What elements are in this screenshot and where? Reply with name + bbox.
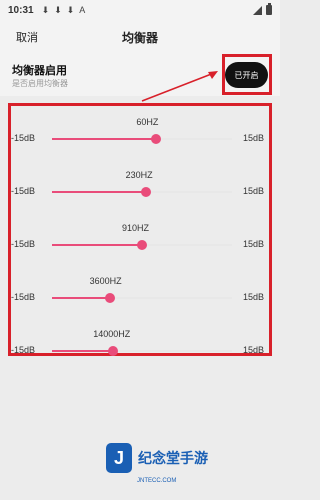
watermark-logo: J 纪念堂手游	[106, 438, 208, 478]
equalizer-toggle-button[interactable]: 已开启	[225, 62, 268, 88]
band-slider[interactable]	[52, 134, 232, 144]
band-min-label: -15dB	[11, 345, 36, 355]
band-slider-thumb[interactable]	[108, 346, 119, 356]
band-slider[interactable]	[52, 240, 232, 250]
notification-icon: A	[79, 5, 86, 15]
status-bar: 10:31 ⬇ ⬇ ⬇ A	[0, 0, 280, 20]
band-slider-thumb[interactable]	[137, 240, 147, 250]
band-max-label: 15dB	[243, 186, 265, 196]
status-time: 10:31	[8, 4, 34, 16]
eq-band: 230HZ -15dB 15dB	[0, 170, 280, 210]
toggle-title: 均衡器启用	[12, 65, 67, 77]
eq-band: 14000HZ -15dB 15dB	[0, 329, 280, 369]
band-slider-fill	[52, 191, 146, 193]
band-slider-fill	[52, 297, 110, 299]
download-icon: ⬇	[66, 4, 75, 15]
signal-icon	[253, 5, 262, 15]
eq-band: 3600HZ -15dB 15dB	[0, 276, 280, 316]
brand-url: JNTECC.COM	[137, 478, 177, 484]
eq-band: 910HZ -15dB 15dB	[0, 223, 280, 263]
logo-icon: J	[106, 443, 132, 473]
band-min-label: -15dB	[11, 133, 36, 143]
band-slider-thumb[interactable]	[151, 134, 162, 144]
band-frequency-label: 910HZ	[122, 223, 150, 233]
band-slider[interactable]	[52, 187, 232, 197]
eq-band: 60HZ -15dB 15dB	[0, 117, 280, 157]
band-min-label: -15dB	[11, 292, 36, 302]
band-frequency-label: 230HZ	[125, 170, 153, 180]
band-max-label: 15dB	[243, 292, 265, 302]
band-slider[interactable]	[52, 293, 232, 303]
brand-text: 纪念堂手游	[138, 450, 208, 466]
cancel-button[interactable]: 取消	[16, 29, 38, 45]
band-frequency-label: 3600HZ	[89, 276, 122, 286]
band-slider-fill	[52, 350, 114, 352]
band-slider[interactable]	[52, 346, 232, 356]
toggle-subtitle: 是否启用均衡器	[12, 79, 68, 88]
page-title: 均衡器	[121, 30, 158, 45]
band-max-label: 15dB	[243, 239, 265, 249]
band-slider-fill	[52, 138, 157, 140]
band-min-label: -15dB	[11, 239, 36, 249]
download-icon: ⬇	[54, 4, 62, 15]
band-frequency-label: 14000HZ	[93, 329, 131, 339]
band-slider-fill	[52, 244, 142, 246]
app-header: 取消 均衡器	[0, 20, 280, 54]
band-frequency-label: 60HZ	[136, 117, 159, 127]
band-max-label: 15dB	[243, 345, 265, 355]
band-slider-thumb[interactable]	[104, 293, 115, 303]
battery-icon	[266, 3, 272, 15]
band-min-label: -15dB	[11, 186, 36, 196]
band-slider-thumb[interactable]	[140, 187, 151, 197]
download-icon: ⬇	[41, 4, 50, 15]
band-max-label: 15dB	[243, 133, 265, 143]
